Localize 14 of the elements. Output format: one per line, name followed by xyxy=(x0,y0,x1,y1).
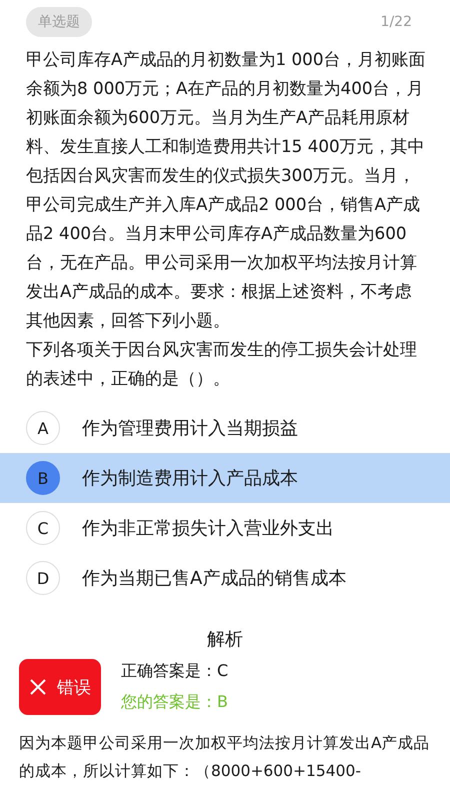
explanation-text: 因为本题甲公司采用一次加权平均法按月计算发出A产成品的成本，所以计算如下：（8000+600+15400- xyxy=(18,733,431,782)
question-counter: 1/22 xyxy=(380,14,412,30)
question-text: 甲公司库存A产成品的月初数量为1 000台，月初账面余额为8 000万元；A在产品的月初数量为400台，月初账面余额为600万元。当月为生产A产品耗用原材料、发生直接人工和制造费用共计15 400万元，其中包括因台风灾害而发生的仪式损失300万元。当月，甲公司完成生产并入库A产成品2 000台，销售A产成品2 400台。当月末甲公司库存A产成品数量为600台，无在产品。甲公司采用一次加权平均法按月计算发出A产成品的成本。要求：根据上述资料，不考虑其他因素，回答下列小题。 xyxy=(25,48,427,332)
correct-answer: 正确答案是：C xyxy=(121,661,228,682)
question-prompt: 下列各项关于因台风灾害而发生的停工损失会计处理的表述中，正确的是（）。 xyxy=(25,338,418,390)
answer-option[interactable]: C 作为非正常损失计入营业外支出 xyxy=(0,503,450,553)
answer-option[interactable]: B 作为制造费用计入产品成本 xyxy=(0,453,450,503)
question-type-tag: 单选题 xyxy=(26,7,92,37)
analysis-title: 解析 xyxy=(206,628,244,651)
result-badge: 错误 xyxy=(19,659,101,715)
answer-option[interactable]: A 作为管理费用计入当期损益 xyxy=(0,403,450,453)
close-icon xyxy=(29,678,47,696)
your-answer: 您的答案是：B xyxy=(121,692,228,713)
answer-option[interactable]: D 作为当期已售A产成品的销售成本 xyxy=(0,553,450,603)
